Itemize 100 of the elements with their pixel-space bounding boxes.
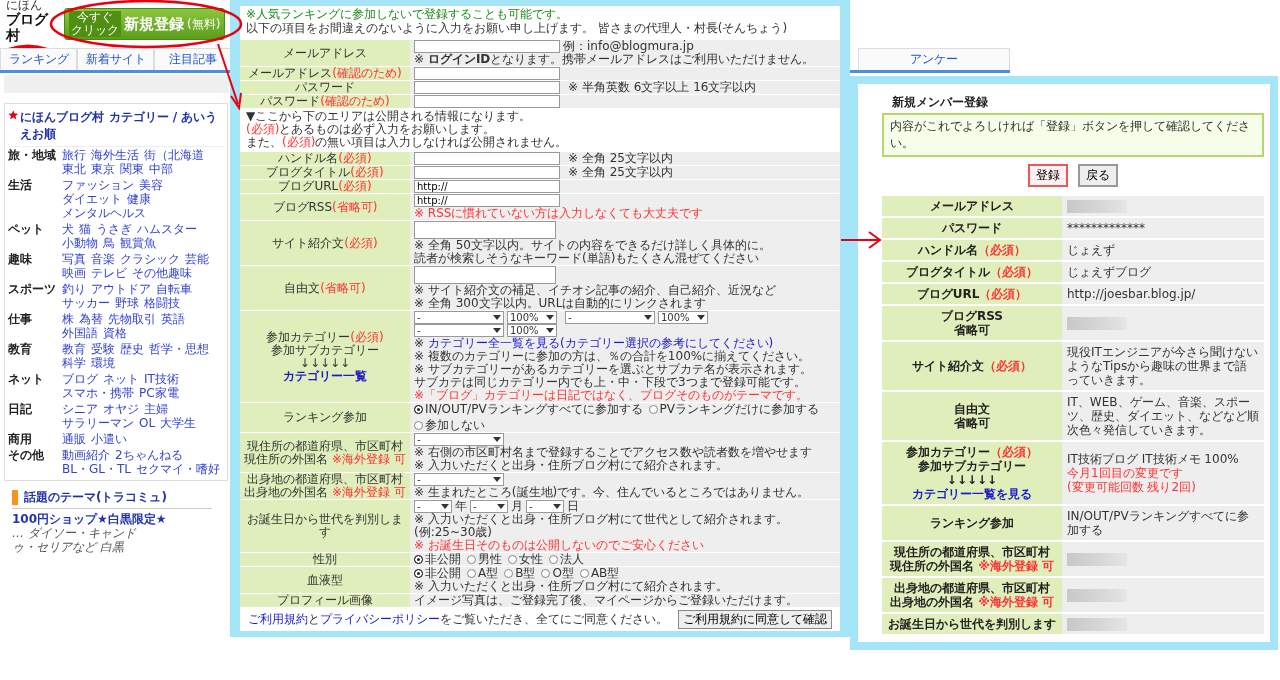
text-input[interactable] [414, 166, 560, 179]
dropdown[interactable]: - [414, 324, 504, 337]
radio-option[interactable]: AB型 [579, 567, 620, 580]
category-link[interactable]: 写真 [62, 252, 86, 266]
dropdown[interactable]: 100% [507, 311, 557, 324]
text-area[interactable] [414, 266, 556, 284]
category-link[interactable]: 犬 [62, 222, 74, 236]
category-link[interactable]: 主婦 [144, 402, 168, 416]
text-area[interactable] [414, 221, 556, 239]
radio-option[interactable]: 非公開 [414, 567, 461, 580]
category-link[interactable]: 小動物 [62, 236, 98, 250]
radio-option[interactable]: IN/OUT/PVランキングすべてに参加する [414, 403, 643, 416]
text-input[interactable] [414, 67, 560, 80]
dropdown[interactable]: - [470, 500, 508, 513]
category-link[interactable]: PC家電 [139, 386, 179, 400]
form-button[interactable]: 登録 [1028, 164, 1068, 187]
category-link[interactable]: 野球 [115, 296, 139, 310]
category-link[interactable]: 株 [62, 312, 74, 326]
dropdown[interactable]: 100% [507, 324, 557, 337]
category-link[interactable]: 小遣い [91, 432, 127, 446]
category-link[interactable]: セクマイ・嗜好 [135, 462, 220, 476]
category-link[interactable]: 観賞魚 [120, 236, 156, 250]
category-link[interactable]: メンタルヘルス [62, 206, 146, 220]
text-input[interactable]: http:// [414, 180, 560, 193]
category-link[interactable]: 中部 [149, 162, 173, 176]
category-link[interactable]: 自転車 [156, 282, 192, 296]
policy-link[interactable]: プライバシーポリシー [320, 612, 440, 626]
radio-option[interactable]: 参加しない [414, 419, 485, 432]
category-link[interactable]: 2ちゃんねる [115, 448, 183, 462]
category-link[interactable]: 街（北海道 [144, 148, 204, 162]
category-link[interactable]: 関東 [120, 162, 144, 176]
category-link[interactable]: ダイエット [62, 192, 122, 206]
category-link[interactable]: 猫 [79, 222, 91, 236]
nav-tab[interactable]: 注目記事 [154, 48, 231, 70]
category-link[interactable]: 音楽 [91, 252, 115, 266]
category-link[interactable]: 教育 [62, 342, 86, 356]
category-link[interactable]: スマホ・携帯 [62, 386, 134, 400]
category-link[interactable]: 先物取引 [108, 312, 156, 326]
text-input[interactable]: http:// [414, 194, 560, 207]
dropdown[interactable]: 100% [658, 311, 708, 324]
category-link[interactable]: 健康 [127, 192, 151, 206]
category-link[interactable]: IT技術 [144, 372, 179, 386]
category-link[interactable]: シニア [62, 402, 98, 416]
agree-confirm-button[interactable]: ご利用規約に同意して確認 [678, 610, 832, 629]
text-input[interactable] [414, 40, 560, 53]
text-input[interactable] [414, 152, 560, 165]
category-link[interactable]: 外国語 [62, 326, 98, 340]
category-link[interactable]: 東京 [91, 162, 115, 176]
category-link[interactable]: 芸能 [185, 252, 209, 266]
category-link[interactable]: 資格 [103, 326, 127, 340]
category-link[interactable]: オヤジ [103, 402, 139, 416]
radio-option[interactable]: 女性 [508, 553, 543, 566]
category-list-link[interactable]: カテゴリー一覧 [283, 369, 367, 383]
nav-tab[interactable]: アンケー [858, 48, 1010, 70]
category-link[interactable]: ハムスター [137, 222, 197, 236]
category-link[interactable]: テレビ [91, 266, 127, 280]
dropdown[interactable]: - [414, 500, 452, 513]
category-link[interactable]: アウトドア [91, 282, 151, 296]
category-link[interactable]: 科学 [62, 356, 86, 370]
text-input[interactable] [414, 81, 560, 94]
nav-tab[interactable]: ランキング [0, 48, 77, 70]
radio-option[interactable]: PVランキングだけに参加する [648, 403, 820, 416]
category-link[interactable]: OL [139, 416, 156, 430]
category-link[interactable]: 大学生 [160, 416, 197, 430]
text-input[interactable] [414, 95, 560, 108]
category-link[interactable]: 美容 [139, 178, 163, 192]
category-link[interactable]: ブログ [62, 372, 98, 386]
category-link[interactable]: 海外生活 [91, 148, 139, 162]
category-link[interactable]: うさぎ [96, 222, 132, 236]
dropdown[interactable]: - [565, 311, 655, 324]
category-link[interactable]: 釣り [62, 282, 86, 296]
category-link[interactable]: 受験 [91, 342, 115, 356]
policy-link[interactable]: ご利用規約 [248, 612, 308, 626]
category-link[interactable]: その他趣味 [132, 266, 192, 280]
category-link[interactable]: 東北 [62, 162, 86, 176]
site-logo[interactable]: にほん ブログ村 [6, 0, 50, 49]
dropdown[interactable]: - [414, 433, 504, 446]
category-link[interactable]: サラリーマン [62, 416, 134, 430]
category-link[interactable]: 哲学・思想 [149, 342, 209, 356]
radio-option[interactable]: B型 [504, 567, 536, 580]
category-link[interactable]: 動画紹介 [62, 448, 110, 462]
category-link[interactable]: 通販 [62, 432, 86, 446]
category-link[interactable]: 鳥 [103, 236, 115, 250]
category-list-link[interactable]: カテゴリー一覧を見る [912, 487, 1032, 501]
category-link[interactable]: 英語 [161, 312, 185, 326]
category-link[interactable]: 環境 [91, 356, 115, 370]
category-link[interactable]: ファッション [62, 178, 134, 192]
category-link[interactable]: 為替 [79, 312, 103, 326]
radio-option[interactable]: 法人 [549, 553, 584, 566]
category-link[interactable]: 旅行 [62, 148, 86, 162]
category-link[interactable]: クラシック [120, 252, 180, 266]
radio-option[interactable]: 非公開 [414, 553, 461, 566]
category-title-link[interactable]: にほんブログ村 カテゴリー / あいうえお順 [20, 109, 224, 143]
nav-tab[interactable]: 新着サイト [77, 48, 154, 70]
dropdown[interactable]: - [526, 500, 564, 513]
theme-link[interactable]: 100円ショップ★白黒限定★ [12, 512, 167, 526]
category-link[interactable]: BL・GL・TL [62, 462, 131, 476]
radio-option[interactable]: A型 [467, 567, 499, 580]
dropdown[interactable]: - [414, 473, 504, 486]
category-link[interactable]: 映画 [62, 266, 86, 280]
